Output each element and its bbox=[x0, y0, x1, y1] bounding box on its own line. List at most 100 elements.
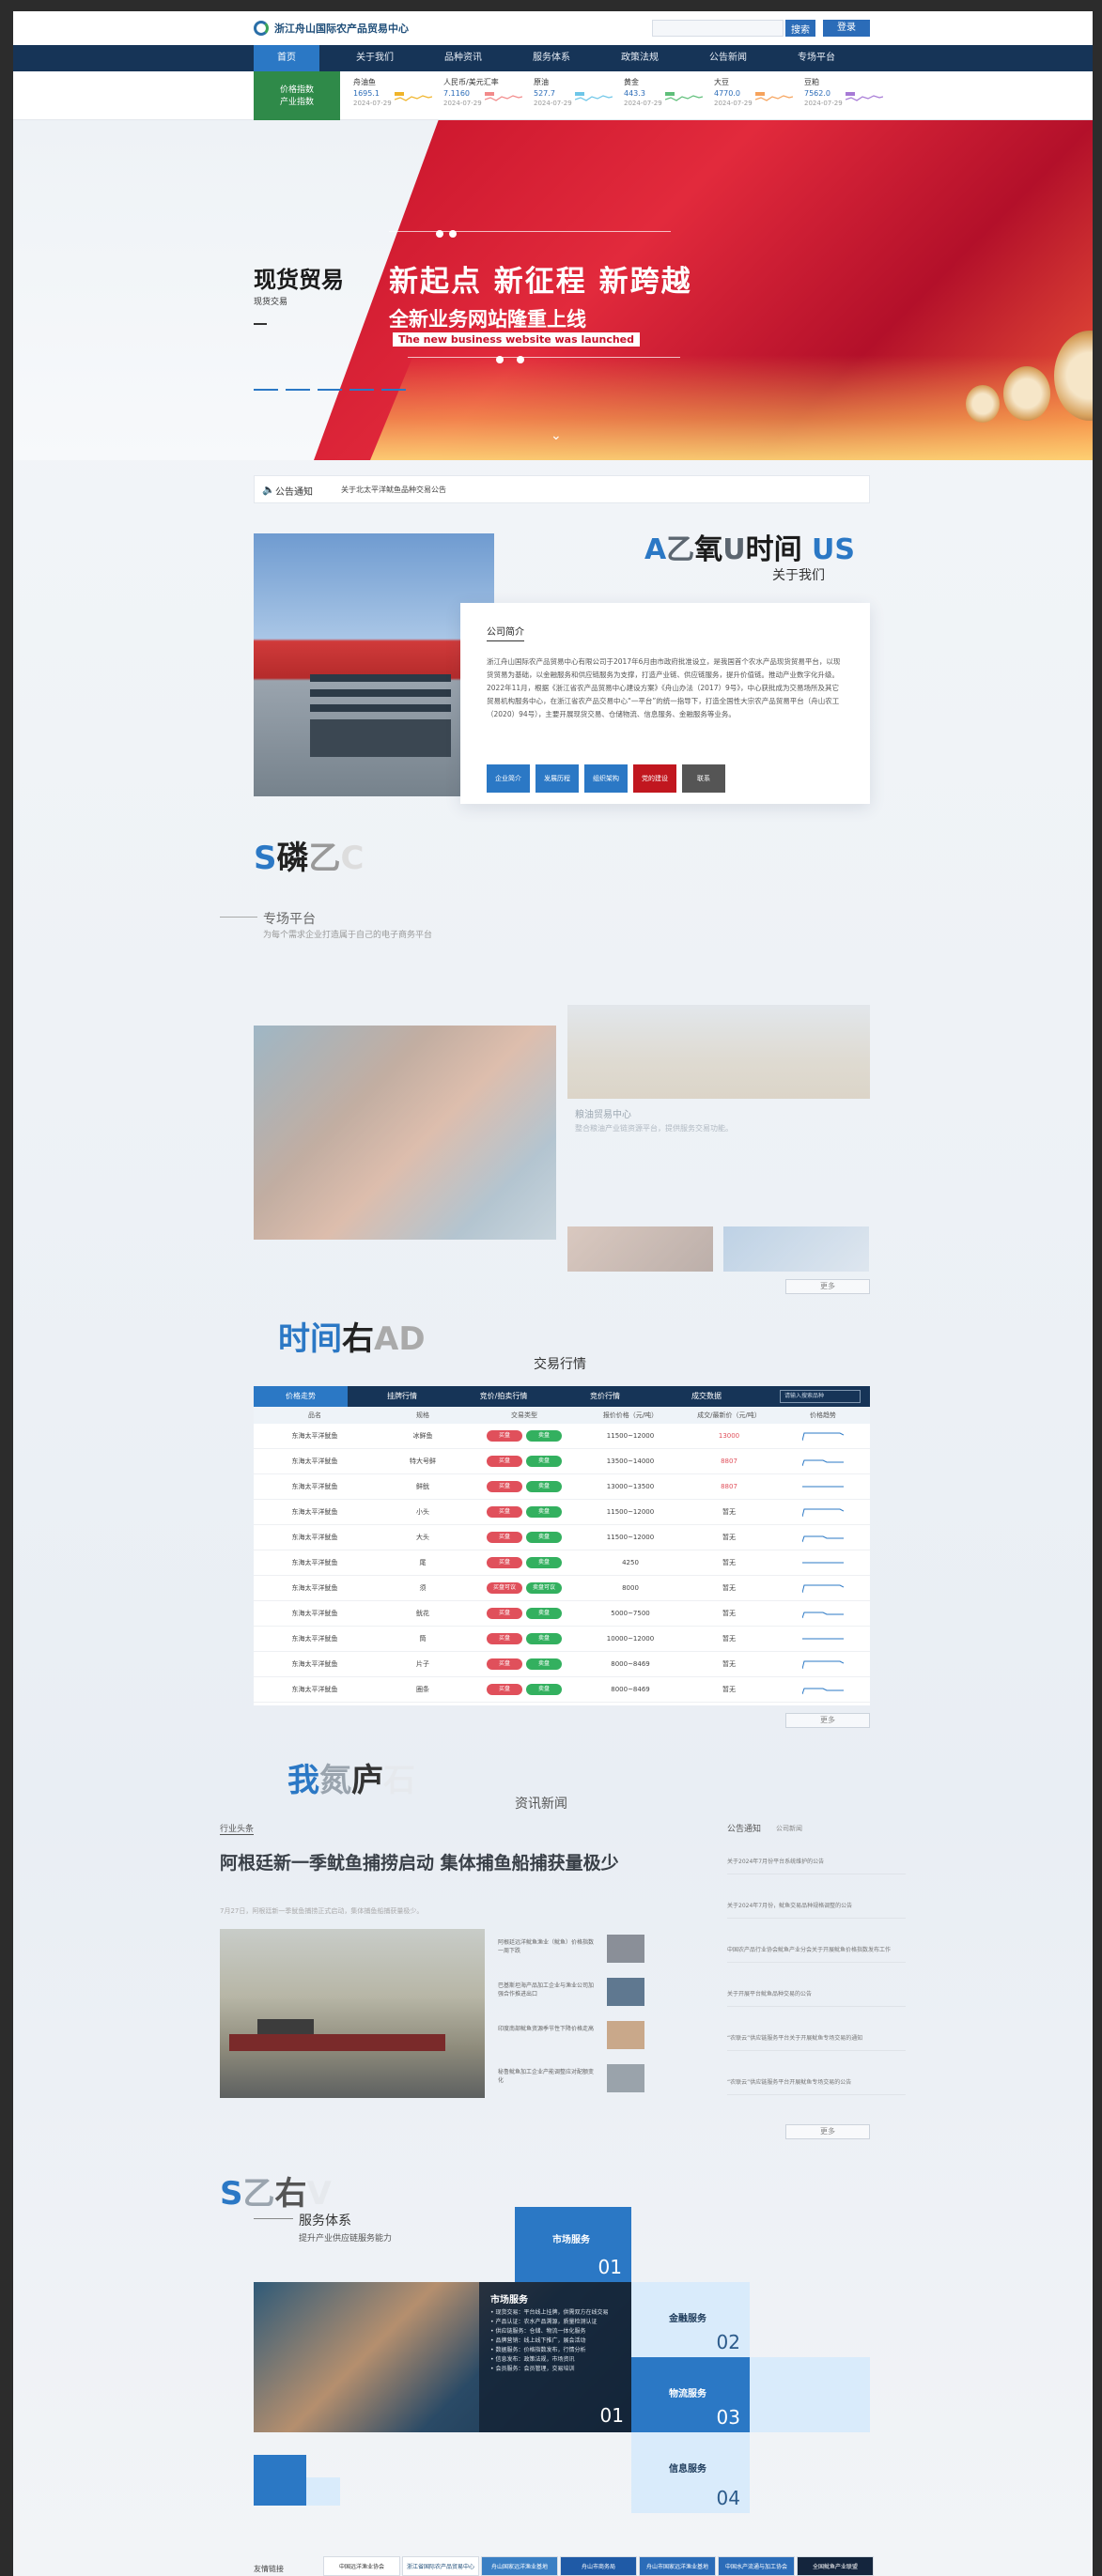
about-button[interactable]: 发展历程 bbox=[535, 764, 579, 793]
friend-link-logo[interactable]: 浙江省国际农产品贸易中心 bbox=[402, 2556, 479, 2576]
friend-link-logo[interactable]: 舟山市国家远洋渔业基地 bbox=[639, 2556, 716, 2576]
news-headline[interactable]: 阿根廷新一季鱿鱼捕捞启动 集体捕鱼船捕获量极少 bbox=[220, 1852, 633, 1875]
about-button[interactable]: 联系 bbox=[682, 764, 725, 793]
about-button[interactable]: 组织架构 bbox=[584, 764, 628, 793]
ticker-item[interactable]: 人民币/美元汇率 7.1160 2024-07-29 bbox=[443, 77, 534, 115]
market-row[interactable]: 东海太平洋鱿鱼 片子 买盘 卖盘 8000~8469 暂无 bbox=[254, 1652, 870, 1677]
buy-pill[interactable]: 买盘 bbox=[487, 1481, 522, 1492]
notice-link[interactable]: 关于北太平洋鱿鱼品种交易公告 bbox=[341, 485, 446, 495]
buy-pill[interactable]: 买盘 bbox=[487, 1532, 522, 1543]
ticker-sparkline bbox=[665, 92, 703, 101]
market-tab[interactable]: 价格走势 bbox=[254, 1386, 348, 1407]
friend-link-logo[interactable]: 舟山市商务局 bbox=[560, 2556, 637, 2576]
site-logo[interactable]: 浙江舟山国际农产品贸易中心 bbox=[254, 21, 409, 36]
sell-pill[interactable]: 卖盘可议 bbox=[526, 1582, 562, 1594]
ticker-item[interactable]: 舟油鱼 1695.1 2024-07-29 bbox=[353, 77, 443, 115]
platform-more-button[interactable]: 更多 bbox=[785, 1279, 870, 1294]
buy-pill[interactable]: 买盘 bbox=[487, 1430, 522, 1442]
price-index-badge[interactable]: 价格指数 产业指数 bbox=[254, 71, 340, 120]
market-tab[interactable]: 成交数据 bbox=[660, 1386, 753, 1407]
market-row[interactable]: 东海太平洋鱿鱼 冰鲜鱼 买盘 卖盘 11500~12000 13000 bbox=[254, 1424, 870, 1449]
sell-pill[interactable]: 卖盘 bbox=[526, 1608, 562, 1619]
sell-pill[interactable]: 卖盘 bbox=[526, 1557, 562, 1568]
nav-item[interactable]: 专场平台 bbox=[784, 45, 849, 71]
bulletin-item[interactable]: 关于2024年7月份，鱿鱼交易品种规格调整的公告 bbox=[727, 1902, 906, 1919]
service-block-logistics[interactable]: 物流服务 03 bbox=[631, 2357, 750, 2432]
search-input[interactable] bbox=[652, 20, 784, 37]
ticker-item[interactable]: 黄金 443.3 2024-07-29 bbox=[624, 77, 714, 115]
bulletin-item[interactable]: 中国农产品行业协会鱿鱼产业分会关于开展鱿鱼价格指数发布工作 bbox=[727, 1946, 906, 1963]
sell-pill[interactable]: 卖盘 bbox=[526, 1430, 562, 1442]
buy-pill[interactable]: 买盘 bbox=[487, 1557, 522, 1568]
market-row[interactable]: 东海太平洋鱿鱼 须 买盘可议 卖盘可议 8000 暂无 bbox=[254, 1576, 870, 1601]
ticker-item[interactable]: 大豆 4770.0 2024-07-29 bbox=[714, 77, 804, 115]
sell-pill[interactable]: 卖盘 bbox=[526, 1532, 562, 1543]
market-row[interactable]: 东海太平洋鱿鱼 鱿花 买盘 卖盘 5000~7500 暂无 bbox=[254, 1601, 870, 1627]
sell-pill[interactable]: 卖盘 bbox=[526, 1633, 562, 1644]
market-row[interactable]: 东海太平洋鱿鱼 鲜鱿 买盘 卖盘 13000~13500 8807 bbox=[254, 1474, 870, 1500]
company-news-tab[interactable]: 公司新闻 bbox=[776, 1824, 802, 1833]
market-search-input[interactable]: 请输入搜索品种 bbox=[780, 1390, 861, 1403]
chevron-down-icon[interactable]: ⌄ bbox=[551, 428, 562, 443]
news-list-item[interactable]: 印度南部鱿鱼资源季节性下降价格走高 bbox=[498, 2021, 648, 2053]
market-row[interactable]: 东海太平洋鱿鱼 大头 买盘 卖盘 11500~12000 暂无 bbox=[254, 1525, 870, 1550]
bulletin-item[interactable]: “农联云”供应链服务平台开展鱿鱼专场交易的公告 bbox=[727, 2078, 906, 2095]
market-row[interactable]: 东海太平洋鱿鱼 筒 买盘 卖盘 10000~12000 暂无 bbox=[254, 1627, 870, 1652]
hero-banner[interactable]: 现货贸易 现货交易 新起点 新征程 新跨越 全新业务网站隆重上线 The new… bbox=[13, 120, 1093, 460]
news-category[interactable]: 行业头条 bbox=[220, 1822, 255, 1835]
sell-pill[interactable]: 卖盘 bbox=[526, 1506, 562, 1518]
nav-item[interactable]: 服务体系 bbox=[519, 45, 584, 71]
sell-pill[interactable]: 卖盘 bbox=[526, 1481, 562, 1492]
squid-platform-card[interactable] bbox=[254, 1026, 556, 1240]
platform-thumb[interactable] bbox=[567, 1226, 713, 1272]
nav-item[interactable]: 政策法规 bbox=[607, 45, 673, 71]
bulletin-item[interactable]: 关于2024年7月份平台系统维护的公告 bbox=[727, 1858, 906, 1874]
market-row[interactable]: 东海太平洋鱿鱼 特大号鲜 买盘 卖盘 13500~14000 8807 bbox=[254, 1449, 870, 1474]
service-block-market[interactable]: 市场服务 01 bbox=[515, 2207, 631, 2282]
sell-pill[interactable]: 卖盘 bbox=[526, 1456, 562, 1467]
nav-item[interactable]: 品种资讯 bbox=[430, 45, 496, 71]
news-more-button[interactable]: 更多 bbox=[785, 2124, 870, 2139]
service-block-finance[interactable]: 金融服务 02 bbox=[631, 2282, 750, 2357]
buy-pill[interactable]: 买盘 bbox=[487, 1658, 522, 1670]
friend-link-logo[interactable]: 中国远洋渔业协会 bbox=[323, 2556, 400, 2576]
market-tab[interactable]: 竞价/拍卖行情 bbox=[457, 1386, 551, 1407]
news-list-item[interactable]: 秘鲁鱿鱼加工企业产能调整应对配额变化 bbox=[498, 2064, 648, 2096]
about-button[interactable]: 企业简介 bbox=[487, 764, 530, 793]
ticker-item[interactable]: 豆粕 7562.0 2024-07-29 bbox=[804, 77, 894, 115]
bulletin-item[interactable]: “农联云”供应链服务平台关于开展鱿鱼专场交易的通知 bbox=[727, 2034, 906, 2051]
buy-pill[interactable]: 买盘 bbox=[487, 1633, 522, 1644]
market-more-button[interactable]: 更多 bbox=[785, 1713, 870, 1728]
market-tab[interactable]: 挂牌行情 bbox=[355, 1386, 449, 1407]
hero-slide-indicator[interactable] bbox=[254, 389, 413, 391]
friend-link-logo[interactable]: 舟山国家远洋渔业基地 bbox=[481, 2556, 558, 2576]
news-photo[interactable] bbox=[220, 1929, 485, 2098]
market-row[interactable]: 东海太平洋鱿鱼 小头 买盘 卖盘 11500~12000 暂无 bbox=[254, 1500, 870, 1525]
news-list-item[interactable]: 阿根廷远洋鱿鱼渔业（鱿鱼）价格指数一周下跌 bbox=[498, 1935, 648, 1967]
sell-pill[interactable]: 卖盘 bbox=[526, 1658, 562, 1670]
login-button[interactable]: 登录 bbox=[823, 20, 870, 37]
buy-pill[interactable]: 买盘 bbox=[487, 1608, 522, 1619]
bulletin-item[interactable]: 关于开展平台鱿鱼品种交易的公告 bbox=[727, 1990, 906, 2007]
buy-pill[interactable]: 买盘可议 bbox=[487, 1582, 522, 1594]
market-tab[interactable]: 竞价行情 bbox=[558, 1386, 652, 1407]
about-button[interactable]: 党的建设 bbox=[633, 764, 676, 793]
market-row[interactable]: 东海太平洋鱿鱼 尾 买盘 卖盘 4250 暂无 bbox=[254, 1550, 870, 1576]
news-list-item[interactable]: 巴基斯坦海产品加工企业与渔业公司加强合作推进出口 bbox=[498, 1978, 648, 2010]
bulletin-tab[interactable]: 公告通知 bbox=[727, 1822, 761, 1834]
platform-thumb[interactable] bbox=[723, 1226, 869, 1272]
service-block-info[interactable]: 信息服务 04 bbox=[631, 2432, 750, 2513]
ticker-item[interactable]: 原油 527.7 2024-07-29 bbox=[534, 77, 624, 115]
market-row[interactable]: 东海太平洋鱿鱼 圈条 买盘 卖盘 8000~8469 暂无 bbox=[254, 1677, 870, 1703]
buy-pill[interactable]: 买盘 bbox=[487, 1456, 522, 1467]
friend-link-logo[interactable]: 中国水产流通与加工协会 bbox=[718, 2556, 795, 2576]
nav-item[interactable]: 关于我们 bbox=[342, 45, 408, 71]
sell-pill[interactable]: 卖盘 bbox=[526, 1684, 562, 1695]
nav-item[interactable]: 公告新闻 bbox=[695, 45, 761, 71]
search-button[interactable]: 搜索 bbox=[785, 20, 815, 37]
buy-pill[interactable]: 买盘 bbox=[487, 1684, 522, 1695]
buy-pill[interactable]: 买盘 bbox=[487, 1506, 522, 1518]
grain-platform-card[interactable] bbox=[567, 1005, 870, 1099]
friend-link-logo[interactable]: 全国鱿鱼产业联盟 bbox=[797, 2556, 874, 2576]
nav-item[interactable]: 首页 bbox=[254, 45, 319, 71]
